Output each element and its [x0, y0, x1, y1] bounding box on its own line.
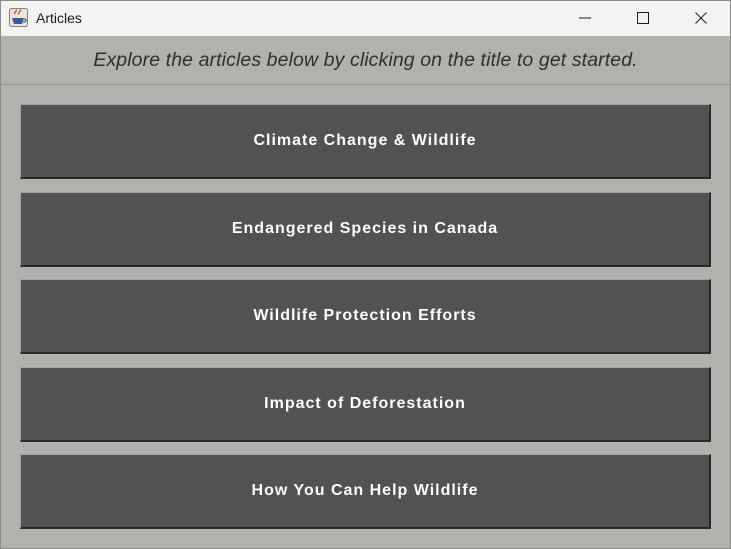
article-button-label: Wildlife Protection Efforts [253, 307, 477, 324]
article-button-endangered-species[interactable]: Endangered Species in Canada [20, 192, 711, 267]
maximize-button[interactable] [614, 1, 672, 34]
article-button-climate-change[interactable]: Climate Change & Wildlife [20, 104, 711, 179]
close-icon [695, 11, 707, 24]
instruction-header: Explore the articles below by clicking o… [1, 36, 730, 85]
window-title: Articles [36, 10, 82, 26]
minimize-icon [579, 17, 591, 18]
title-bar[interactable]: Articles [1, 1, 730, 36]
minimize-button[interactable] [556, 1, 614, 34]
instruction-text: Explore the articles below by clicking o… [93, 48, 638, 71]
java-cup-icon [9, 8, 28, 27]
articles-window: Articles Explore the articles below by c… [0, 0, 731, 549]
close-button[interactable] [672, 1, 730, 34]
article-button-deforestation[interactable]: Impact of Deforestation [20, 367, 711, 442]
article-button-label: How You Can Help Wildlife [251, 482, 479, 499]
article-button-label: Impact of Deforestation [264, 395, 466, 412]
article-button-label: Endangered Species in Canada [231, 220, 499, 237]
article-button-protection-efforts[interactable]: Wildlife Protection Efforts [20, 279, 711, 354]
article-button-label: Climate Change & Wildlife [253, 132, 477, 149]
article-button-how-you-can-help[interactable]: How You Can Help Wildlife [20, 454, 711, 529]
maximize-icon [637, 11, 649, 24]
